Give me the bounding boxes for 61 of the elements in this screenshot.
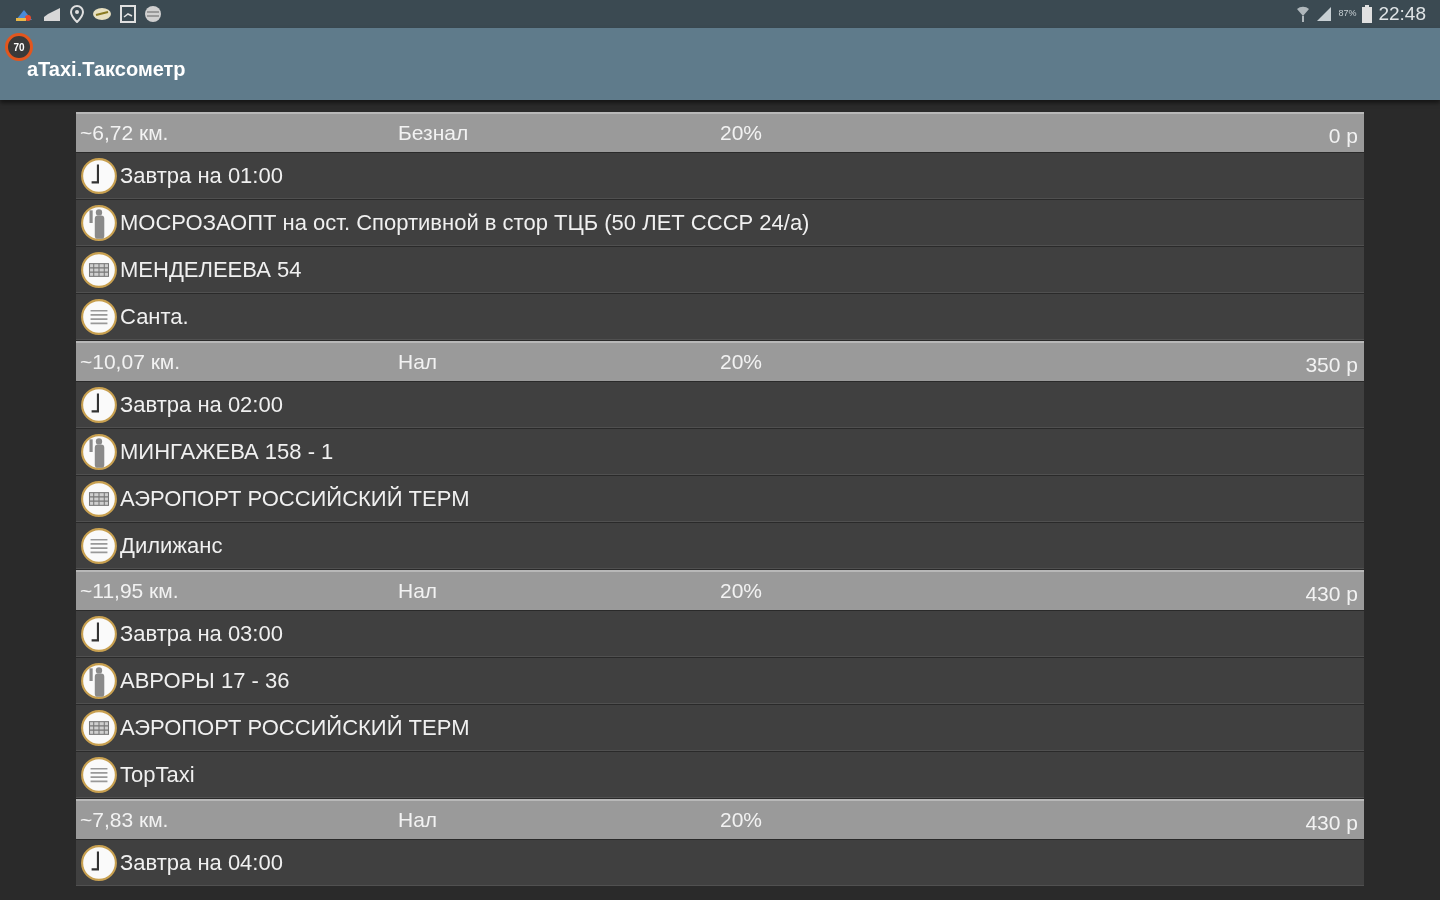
order-row[interactable]: МЕНДЕЛЕЕВА 54 [76, 247, 1364, 293]
person-icon [80, 432, 118, 471]
order-row[interactable]: TopTaxi [76, 752, 1364, 798]
payment-type: Нал [398, 349, 439, 376]
row-text: Завтра на 02:00 [120, 391, 283, 419]
order-row[interactable]: Завтра на 02:00 [76, 382, 1364, 428]
payment-type: Нал [398, 807, 439, 834]
clock-icon [80, 156, 118, 195]
list-icon [80, 755, 118, 794]
order-row[interactable]: Завтра на 01:00 [76, 153, 1364, 199]
commission-percent: 20% [720, 349, 763, 376]
distance-text: ~11,95 км. [80, 578, 180, 605]
price-text: 0 р [1328, 123, 1358, 150]
order-row[interactable]: Санта. [76, 294, 1364, 340]
order-row[interactable]: МИНГАЖЕВА 158 - 1 [76, 429, 1364, 475]
distance-text: ~7,83 км. [80, 807, 170, 834]
row-text: Завтра на 01:00 [120, 162, 283, 190]
price-text: 430 р [1305, 810, 1358, 837]
distance-text: ~10,07 км. [80, 349, 182, 376]
row-text: АВРОРЫ 17 - 36 [120, 667, 290, 695]
order-row[interactable]: Завтра на 03:00 [76, 611, 1364, 657]
row-text: Завтра на 03:00 [120, 620, 283, 648]
row-text: МОСРОЗАОПТ на ост. Спортивной в стор ТЦБ (50 ЛЕТ СССР 24/а) [120, 209, 810, 237]
commission-percent: 20% [720, 578, 763, 605]
chart-icon [120, 5, 136, 23]
clock-time: 22:48 [1378, 1, 1426, 26]
list-icon [80, 297, 118, 336]
order-row[interactable]: АЭРОПОРТ РОССИЙСКИЙ ТЕРМ [76, 476, 1364, 522]
row-text: Дилижанс [120, 532, 223, 560]
order-row[interactable]: Завтра на 04:00 [76, 840, 1364, 886]
location-pin-icon [70, 5, 84, 23]
row-text: Санта. [120, 303, 189, 331]
oval-icon [92, 6, 112, 22]
order-row[interactable]: МОСРОЗАОПТ на ост. Спортивной в стор ТЦБ (50 ЛЕТ СССР 24/а) [76, 200, 1364, 246]
order-row[interactable]: АЭРОПОРТ РОССИЙСКИЙ ТЕРМ [76, 705, 1364, 751]
list-icon [80, 526, 118, 565]
battery-percent: 87% [1338, 7, 1357, 21]
row-text: МЕНДЕЛЕЕВА 54 [120, 256, 302, 284]
row-text: Завтра на 04:00 [120, 849, 283, 877]
clock-icon [80, 843, 118, 882]
wifi-icon [1296, 5, 1311, 23]
payment-type: Безнал [398, 120, 470, 147]
price-text: 350 р [1305, 352, 1358, 379]
person-icon [80, 203, 118, 242]
clock-icon [80, 385, 118, 424]
row-text: АЭРОПОРТ РОССИЙСКИЙ ТЕРМ [120, 485, 470, 513]
order-row[interactable]: АВРОРЫ 17 - 36 [76, 658, 1364, 704]
app-logo-icon: 70 [5, 33, 33, 61]
row-text: МИНГАЖЕВА 158 - 1 [120, 438, 334, 466]
row-text: АЭРОПОРТ РОССИЙСКИЙ ТЕРМ [120, 714, 470, 742]
clock-icon [80, 614, 118, 653]
distance-text: ~6,72 км. [80, 120, 170, 147]
order-row[interactable]: Дилижанс [76, 523, 1364, 569]
commission-percent: 20% [720, 120, 763, 147]
price-text: 430 р [1305, 581, 1358, 608]
payment-type: Нал [398, 578, 439, 605]
row-text: TopTaxi [120, 761, 195, 789]
battery-icon [1362, 5, 1373, 23]
commission-percent: 20% [720, 807, 763, 834]
signal-icon [1316, 6, 1333, 22]
person-icon [80, 661, 118, 700]
